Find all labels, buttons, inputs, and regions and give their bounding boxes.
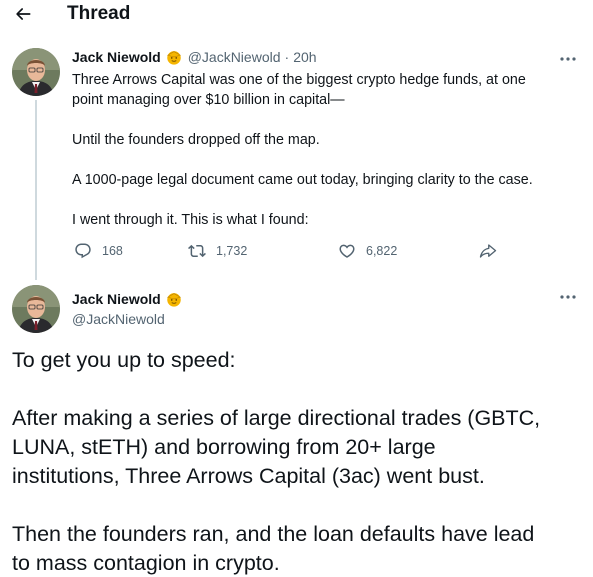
tweet-text-line: Then the founders ran, and the loan defa…	[12, 522, 535, 546]
like-count: 6,822	[366, 244, 398, 258]
retweet-count: 1,732	[216, 244, 248, 258]
avatar[interactable]	[12, 285, 60, 333]
page-title: Thread	[67, 3, 131, 24]
share-icon	[479, 244, 497, 258]
retweet-button[interactable]: 1,732	[188, 242, 247, 260]
tweet-text-line: A 1000-page legal document came out toda…	[72, 172, 533, 188]
tweet-text-line: LUNA, stETH) and borrowing from 20+ larg…	[12, 435, 436, 459]
thread-connector-line	[35, 100, 37, 280]
separator-dot: ·	[284, 49, 290, 65]
author-display-name[interactable]: Jack Niewold	[72, 291, 161, 307]
reply-icon	[75, 243, 91, 259]
tweet-author-row: Jack Niewold	[72, 290, 183, 308]
thread-header: Thread	[0, 0, 593, 28]
tweet-author-row: Jack Niewold @JackNiewold · 20h	[72, 48, 317, 66]
more-options-icon[interactable]	[558, 292, 578, 302]
tweet-text-line: to mass contagion in crypto.	[12, 551, 280, 575]
more-options-icon[interactable]	[558, 54, 578, 64]
avatar[interactable]	[12, 48, 60, 96]
tweet-timestamp[interactable]: 20h	[293, 49, 316, 65]
tweet-text-line: After making a series of large direction…	[12, 406, 541, 430]
retweet-icon	[188, 244, 206, 258]
reply-button[interactable]: 168	[74, 242, 123, 260]
author-display-name[interactable]: Jack Niewold	[72, 49, 161, 65]
author-handle[interactable]: @JackNiewold	[188, 49, 281, 65]
focused-tweet-body: To get you up to speed: After making a s…	[12, 346, 587, 577]
share-button[interactable]	[479, 242, 497, 260]
emoji-badge-icon	[166, 51, 181, 65]
arrow-left-icon[interactable]	[12, 4, 34, 24]
emoji-badge-icon	[166, 293, 181, 307]
reply-count: 168	[102, 244, 123, 258]
like-button[interactable]: 6,822	[338, 242, 397, 260]
tweet-text-line: Until the founders dropped off the map.	[72, 132, 320, 148]
tweet-text-line: To get you up to speed:	[12, 348, 236, 372]
author-handle[interactable]: @JackNiewold	[72, 311, 165, 327]
tweet-action-bar: 168 1,732 6,822	[72, 242, 512, 262]
heart-icon	[339, 244, 355, 258]
tweet-body: Three Arrows Capital was one of the bigg…	[72, 70, 572, 230]
tweet-text-line: Three Arrows Capital was one of the bigg…	[72, 72, 526, 88]
tweet-text-line: point managing over $10 billion in capit…	[72, 92, 345, 108]
tweet-text-line: I went through it. This is what I found:	[72, 212, 309, 228]
tweet-text-line: institutions, Three Arrows Capital (3ac)…	[12, 464, 485, 488]
